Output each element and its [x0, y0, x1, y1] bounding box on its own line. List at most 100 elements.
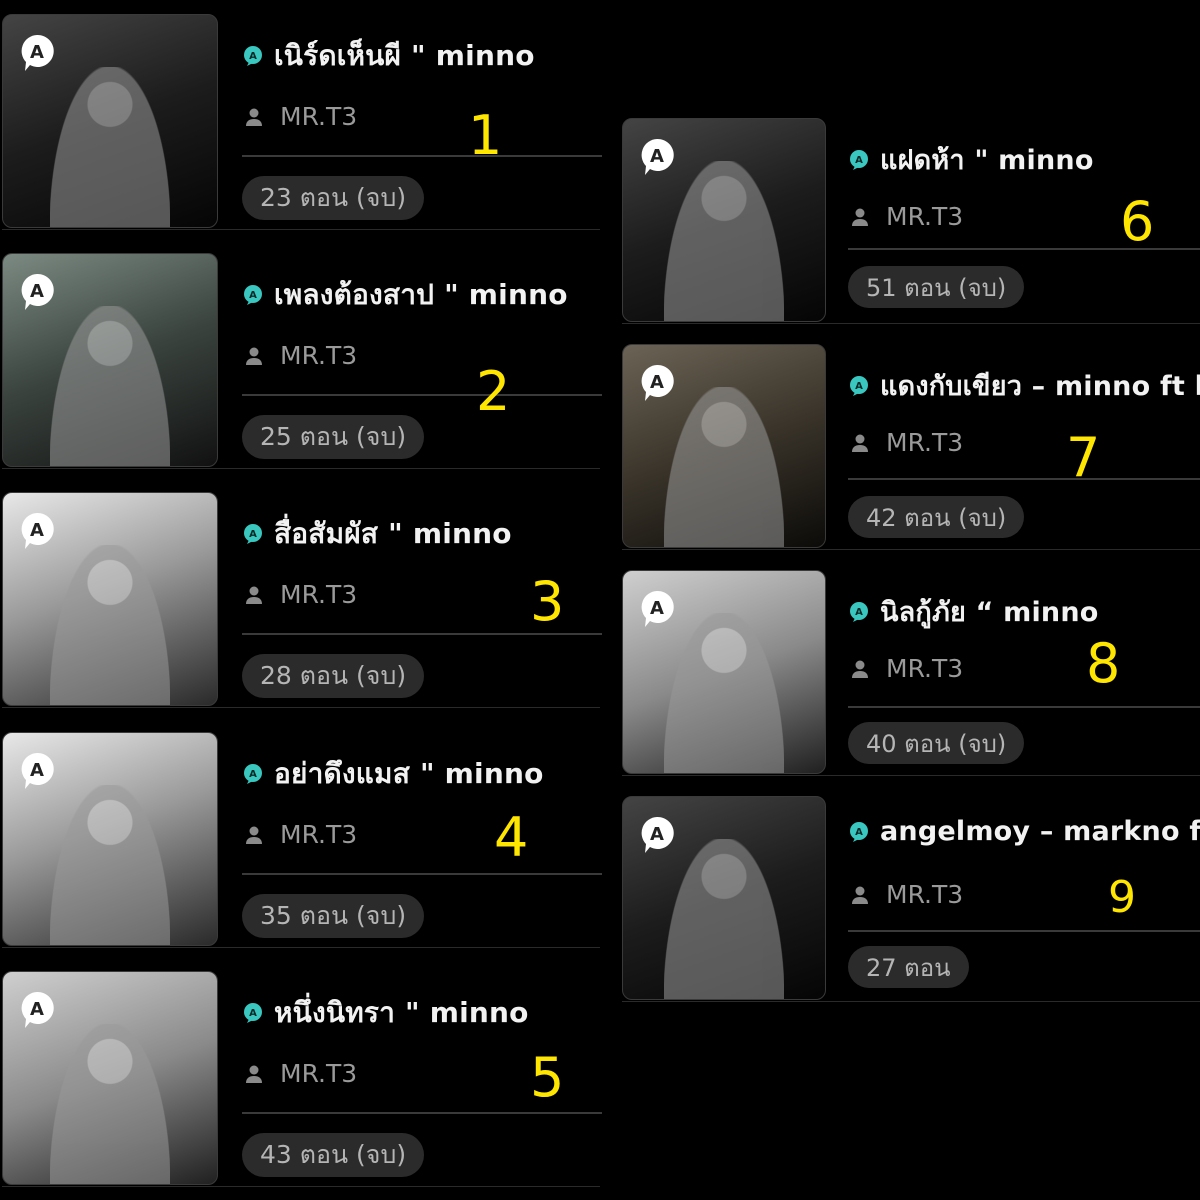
story-number: 4 — [494, 806, 529, 869]
story-title[interactable]: เพลงต้องสาป " minno — [274, 273, 568, 317]
user-icon — [246, 108, 262, 126]
episode-count-badge: 25 ตอน (จบ) — [242, 415, 425, 459]
user-icon — [246, 586, 262, 604]
chat-bubble-icon: A — [244, 524, 262, 544]
svg-text:A: A — [249, 1008, 257, 1019]
story-cover-image[interactable]: A — [622, 570, 826, 774]
story-author[interactable]: MR.T3 — [886, 428, 963, 457]
story-number: 3 — [530, 570, 565, 633]
story-number: 5 — [530, 1046, 565, 1109]
user-icon — [246, 826, 262, 844]
svg-text:A: A — [30, 520, 44, 541]
story-title[interactable]: angelmoy – markno ft n — [880, 816, 1200, 847]
a-speech-bubble-icon: A — [21, 752, 54, 789]
episode-count-badge: 23 ตอน (จบ) — [242, 176, 425, 220]
chat-bubble-icon: A — [244, 46, 262, 66]
story-card-1[interactable]: A A เนิร์ดเห็นผี " minno MR.T3 23 ตอน (จบ… — [2, 14, 602, 230]
divider — [848, 478, 1200, 480]
divider — [242, 633, 602, 635]
svg-text:A: A — [650, 146, 664, 167]
story-cover-image[interactable]: A — [2, 14, 218, 228]
story-cover-image[interactable]: A — [622, 344, 826, 548]
divider — [848, 930, 1200, 932]
svg-text:A: A — [30, 760, 44, 781]
story-author[interactable]: MR.T3 — [280, 820, 357, 849]
user-icon — [246, 347, 262, 365]
story-cover-image[interactable]: A — [622, 796, 826, 1000]
story-list-collage: A A เนิร์ดเห็นผี " minno MR.T3 23 ตอน (จบ… — [0, 0, 1200, 1200]
user-icon — [852, 434, 868, 452]
story-author[interactable]: MR.T3 — [886, 880, 963, 909]
svg-text:A: A — [30, 999, 44, 1020]
story-cover-image[interactable]: A — [2, 971, 218, 1185]
svg-text:A: A — [30, 42, 44, 63]
user-icon — [246, 1065, 262, 1083]
svg-text:A: A — [650, 824, 664, 845]
user-icon — [852, 886, 868, 904]
story-title[interactable]: แฝดห้า " minno — [880, 138, 1094, 181]
svg-text:A: A — [249, 529, 257, 540]
a-speech-bubble-icon: A — [641, 138, 674, 175]
story-card-5[interactable]: A A หนึ่งนิทรา " minno MR.T3 43 ตอน (จบ) — [2, 971, 602, 1187]
story-cover-image[interactable]: A — [622, 118, 826, 322]
svg-text:A: A — [249, 290, 257, 301]
chat-bubble-icon: A — [850, 821, 868, 842]
story-title[interactable]: อย่าดึงแมส " minno — [274, 752, 544, 796]
episode-count-badge: 35 ตอน (จบ) — [242, 894, 425, 938]
story-card-7[interactable]: A A แดงกับเขียว – minno ft h MR.T3 42 ตอน… — [622, 344, 1200, 550]
chat-bubble-icon: A — [850, 601, 868, 622]
a-speech-bubble-icon: A — [641, 816, 674, 853]
story-title[interactable]: นิลกู้ภัย “ minno — [880, 590, 1099, 633]
a-speech-bubble-icon: A — [641, 364, 674, 401]
divider — [242, 873, 602, 875]
a-speech-bubble-icon: A — [21, 512, 54, 549]
story-card-6[interactable]: A A แฝดห้า " minno MR.T3 51 ตอน (จบ) — [622, 118, 1200, 324]
divider — [242, 155, 602, 157]
story-author[interactable]: MR.T3 — [280, 1059, 357, 1088]
divider — [848, 706, 1200, 708]
story-number: 8 — [1086, 632, 1121, 695]
story-title[interactable]: เนิร์ดเห็นผี " minno — [274, 34, 535, 78]
chat-bubble-icon: A — [244, 764, 262, 784]
chat-bubble-icon: A — [244, 1003, 262, 1023]
svg-text:A: A — [855, 381, 863, 392]
story-author[interactable]: MR.T3 — [280, 341, 357, 370]
svg-text:A: A — [855, 827, 863, 838]
episode-count-badge: 27 ตอน — [848, 946, 969, 988]
story-title[interactable]: หนึ่งนิทรา " minno — [274, 991, 529, 1035]
svg-text:A: A — [650, 598, 664, 619]
episode-count-badge: 43 ตอน (จบ) — [242, 1133, 425, 1177]
story-author[interactable]: MR.T3 — [280, 102, 357, 131]
a-speech-bubble-icon: A — [641, 590, 674, 627]
user-icon — [852, 208, 868, 226]
svg-text:A: A — [30, 281, 44, 302]
story-number: 7 — [1066, 426, 1101, 489]
story-cover-image[interactable]: A — [2, 253, 218, 467]
divider — [242, 1112, 602, 1114]
svg-text:A: A — [249, 51, 257, 62]
chat-bubble-icon: A — [850, 149, 868, 170]
story-author[interactable]: MR.T3 — [886, 654, 963, 683]
episode-count-badge: 40 ตอน (จบ) — [848, 722, 1025, 764]
svg-text:A: A — [855, 607, 863, 618]
story-number: 9 — [1108, 872, 1136, 923]
story-title[interactable]: สื่อสัมผัส " minno — [274, 512, 512, 556]
story-number: 2 — [476, 360, 511, 423]
story-cover-image[interactable]: A — [2, 492, 218, 706]
a-speech-bubble-icon: A — [21, 34, 54, 71]
episode-count-badge: 51 ตอน (จบ) — [848, 266, 1025, 308]
story-author[interactable]: MR.T3 — [280, 580, 357, 609]
svg-text:A: A — [855, 155, 863, 166]
story-cover-image[interactable]: A — [2, 732, 218, 946]
a-speech-bubble-icon: A — [21, 273, 54, 310]
svg-text:A: A — [650, 372, 664, 393]
story-card-3[interactable]: A A สื่อสัมผัส " minno MR.T3 28 ตอน (จบ) — [2, 492, 602, 708]
episode-count-badge: 28 ตอน (จบ) — [242, 654, 425, 698]
story-author[interactable]: MR.T3 — [886, 202, 963, 231]
chat-bubble-icon: A — [244, 285, 262, 305]
svg-text:A: A — [249, 769, 257, 780]
chat-bubble-icon: A — [850, 375, 868, 396]
story-title[interactable]: แดงกับเขียว – minno ft h — [880, 364, 1200, 407]
user-icon — [852, 660, 868, 678]
story-number: 1 — [468, 104, 503, 167]
